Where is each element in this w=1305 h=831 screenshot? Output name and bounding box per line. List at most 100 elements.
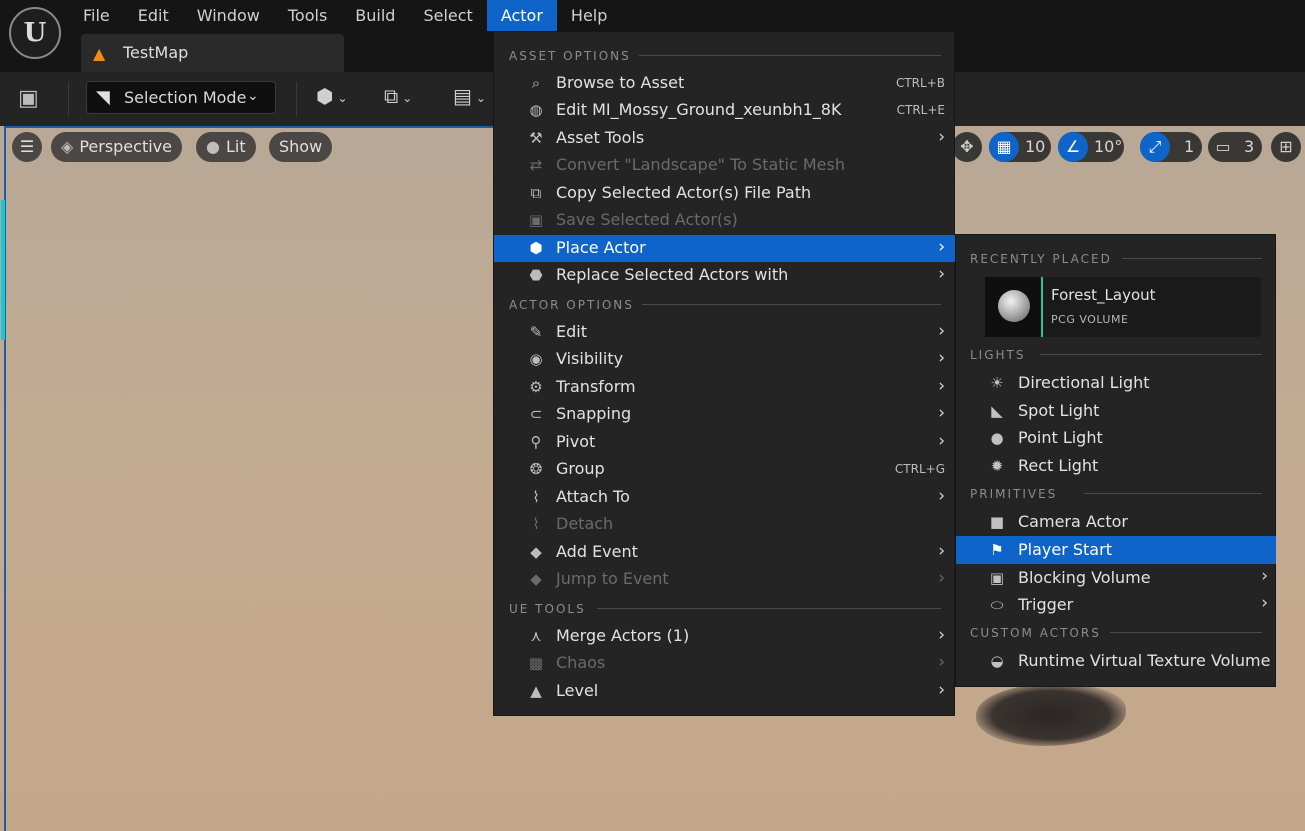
viewport-menu-button[interactable]: ☰ bbox=[12, 132, 42, 162]
surface-snap-button[interactable]: ✥ bbox=[952, 132, 982, 162]
menu-item-convert-landscape: ⇄ Convert "Landscape" To Static Mesh bbox=[494, 152, 955, 179]
scale-snap-toggle[interactable]: ⤢ 1 bbox=[1140, 132, 1202, 162]
event-icon: ◆ bbox=[530, 543, 542, 561]
menu-item-group[interactable]: ❂ Group CTRL+G bbox=[494, 456, 955, 483]
menu-item-label: Jump to Event bbox=[556, 569, 669, 588]
chevron-right-icon: › bbox=[938, 625, 945, 645]
section-divider bbox=[1040, 354, 1262, 355]
menu-item-label: Level bbox=[556, 681, 599, 700]
menu-item-asset-tools[interactable]: ⚒ Asset Tools › bbox=[494, 125, 955, 152]
place-point-light[interactable]: ● Point Light bbox=[956, 424, 1276, 452]
show-button[interactable]: Show bbox=[269, 132, 333, 162]
menu-help[interactable]: Help bbox=[557, 0, 621, 31]
menu-window[interactable]: Window bbox=[183, 0, 274, 31]
menu-item-label: Copy Selected Actor(s) File Path bbox=[556, 183, 812, 202]
grid-snap-toggle[interactable]: ▦ 10 bbox=[989, 132, 1051, 162]
menu-item-visibility[interactable]: ◉ Visibility › bbox=[494, 346, 955, 373]
viewport-layout-button[interactable]: ⊞ bbox=[1271, 132, 1301, 162]
menu-item-detach: ⌇ Detach bbox=[494, 511, 955, 538]
blueprint-button[interactable]: ⧉ ⌄ bbox=[384, 84, 412, 114]
scale-snap-value: 1 bbox=[1184, 137, 1195, 156]
menu-item-label: Edit MI_Mossy_Ground_xeunbh1_8K bbox=[556, 100, 842, 119]
section-divider bbox=[1122, 258, 1262, 259]
pivot-icon: ⚲ bbox=[530, 433, 542, 451]
menu-item-label: Rect Light bbox=[1018, 456, 1099, 475]
menu-item-save-actors: ▣ Save Selected Actor(s) bbox=[494, 207, 955, 234]
menu-item-label: Snapping bbox=[556, 404, 632, 423]
place-player-start[interactable]: ⚑ Player Start bbox=[956, 536, 1276, 564]
menu-item-replace-actors[interactable]: ⬣ Replace Selected Actors with › bbox=[494, 262, 955, 289]
cinematics-button[interactable]: ▤ ⌄ bbox=[453, 84, 486, 114]
menu-item-edit[interactable]: ✎ Edit › bbox=[494, 319, 955, 346]
place-camera-actor[interactable]: ■ Camera Actor bbox=[956, 508, 1276, 536]
save-icon[interactable]: ▣ bbox=[18, 86, 46, 112]
shortcut-label: CTRL+B bbox=[895, 76, 945, 90]
level-icon: ▲ bbox=[93, 44, 106, 63]
menu-item-label: Add Event bbox=[556, 542, 638, 561]
perspective-button[interactable]: ◈ Perspective bbox=[51, 132, 182, 162]
menu-actor[interactable]: Actor bbox=[486, 0, 557, 31]
section-custom-actors: CUSTOM ACTORS bbox=[970, 626, 1101, 640]
chaos-icon: ▩ bbox=[528, 654, 544, 672]
jump-icon: ◆ bbox=[530, 570, 542, 588]
section-ue-tools: UE TOOLS bbox=[509, 602, 586, 616]
chevron-right-icon: › bbox=[938, 431, 945, 451]
menu-item-label: Edit bbox=[556, 322, 587, 341]
place-trigger[interactable]: ⬭ Trigger › bbox=[956, 591, 1276, 619]
copy-icon: ⧉ bbox=[530, 184, 542, 202]
chevron-right-icon: › bbox=[938, 680, 945, 700]
place-rect-light[interactable]: ✹ Rect Light bbox=[956, 452, 1276, 480]
menu-tools[interactable]: Tools bbox=[274, 0, 341, 31]
rotation-snap-toggle[interactable]: ∠ 10° bbox=[1058, 132, 1124, 162]
menu-item-add-event[interactable]: ◆ Add Event › bbox=[494, 539, 955, 566]
place-runtime-virtual-texture-volume[interactable]: ◒ Runtime Virtual Texture Volume bbox=[956, 647, 1276, 675]
lit-button[interactable]: ● Lit bbox=[196, 132, 256, 162]
merge-icon: ⋏ bbox=[530, 627, 542, 645]
level-tab-label: TestMap bbox=[123, 43, 189, 62]
menu-item-attach-to[interactable]: ⌇ Attach To › bbox=[494, 484, 955, 511]
mode-selector[interactable]: ◥ Selection Mode ⌄ bbox=[86, 81, 276, 114]
unreal-logo-mark: U bbox=[23, 18, 47, 48]
menu-build[interactable]: Build bbox=[341, 0, 409, 31]
menu-item-label: Directional Light bbox=[1018, 373, 1150, 392]
save-icon: ▣ bbox=[528, 211, 544, 229]
menu-item-label: Group bbox=[556, 459, 605, 478]
section-recently-placed: RECENTLY PLACED bbox=[970, 252, 1112, 266]
place-directional-light[interactable]: ☀ Directional Light bbox=[956, 369, 1276, 397]
menu-item-label: Pivot bbox=[556, 432, 596, 451]
actor-dropdown-menu: ASSET OPTIONS ⌕ Browse to Asset CTRL+B ◍… bbox=[493, 31, 955, 716]
trigger-icon: ⬭ bbox=[990, 596, 1004, 614]
level-tab[interactable]: ▲ TestMap bbox=[81, 34, 344, 72]
menu-edit[interactable]: Edit bbox=[124, 0, 183, 31]
group-icon: ❂ bbox=[529, 460, 543, 478]
unreal-logo[interactable]: U bbox=[9, 7, 61, 59]
viewport-focus-border bbox=[4, 126, 494, 128]
mode-selector-label: Selection Mode bbox=[124, 88, 247, 107]
recent-actor-card[interactable]: Forest_Layout PCG VOLUME bbox=[985, 277, 1261, 337]
surface-snap-icon: ✥ bbox=[960, 137, 974, 156]
menu-item-label: Visibility bbox=[556, 349, 624, 368]
menu-item-pivot[interactable]: ⚲ Pivot › bbox=[494, 429, 955, 456]
menu-item-browse-to-asset[interactable]: ⌕ Browse to Asset CTRL+B bbox=[494, 70, 955, 97]
place-blocking-volume[interactable]: ▣ Blocking Volume › bbox=[956, 564, 1276, 592]
menu-item-edit-material[interactable]: ◍ Edit MI_Mossy_Ground_xeunbh1_8K CTRL+E bbox=[494, 97, 955, 124]
menu-select[interactable]: Select bbox=[409, 0, 486, 31]
menu-file[interactable]: File bbox=[69, 0, 124, 31]
menu-item-place-actor[interactable]: ⬢ Place Actor › bbox=[494, 235, 955, 262]
chevron-right-icon: › bbox=[938, 127, 945, 147]
recent-actor-type: PCG VOLUME bbox=[1051, 313, 1129, 326]
menu-item-transform[interactable]: ⚙ Transform › bbox=[494, 374, 955, 401]
menu-item-level[interactable]: ▲ Level › bbox=[494, 678, 955, 705]
menu-item-merge-actors[interactable]: ⋏ Merge Actors (1) › bbox=[494, 623, 955, 650]
wrench-icon: ⚒ bbox=[529, 129, 543, 147]
camera-speed-button[interactable]: ▭ 3 bbox=[1208, 132, 1262, 162]
menu-item-snapping[interactable]: ⊂ Snapping › bbox=[494, 401, 955, 428]
add-actor-button[interactable]: ⬢ ⌄ bbox=[316, 84, 348, 114]
menu-item-label: Blocking Volume bbox=[1018, 568, 1151, 587]
menu-item-copy-file-path[interactable]: ⧉ Copy Selected Actor(s) File Path bbox=[494, 180, 955, 207]
perspective-label: Perspective bbox=[79, 137, 172, 156]
place-spot-light[interactable]: ◣ Spot Light bbox=[956, 397, 1276, 425]
rect-light-icon: ✹ bbox=[990, 457, 1004, 475]
chevron-right-icon: › bbox=[938, 348, 945, 368]
menu-bar: File Edit Window Tools Build Select Acto… bbox=[69, 0, 621, 31]
